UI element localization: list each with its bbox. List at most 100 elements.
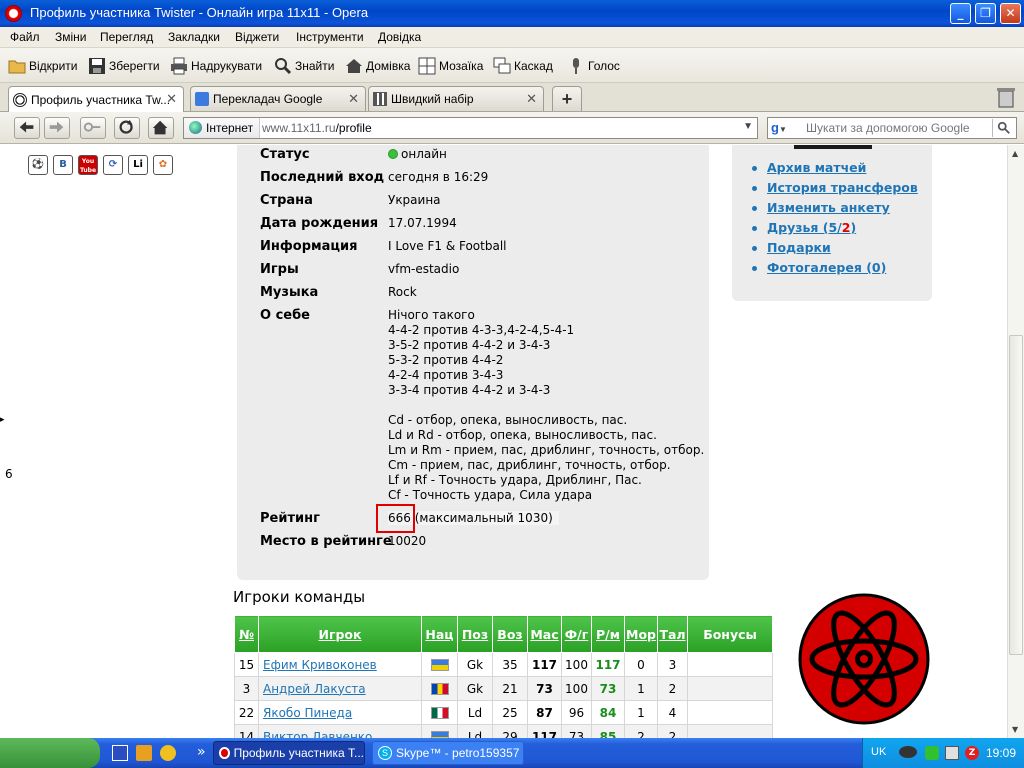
col-position[interactable]: Поз [457, 615, 493, 653]
col-bonuses: Бонусы [687, 615, 773, 653]
reload-button[interactable] [114, 117, 140, 139]
voice-button[interactable]: Голос [567, 55, 620, 77]
col-number[interactable]: № [234, 615, 259, 653]
menu-tools[interactable]: Інструменти [296, 30, 364, 44]
cell-bonuses [687, 652, 773, 677]
rating-label: Рейтинг [260, 511, 320, 526]
trash-icon[interactable] [996, 86, 1016, 108]
media-player-icon[interactable] [136, 745, 152, 761]
close-button[interactable]: ✕ [1000, 3, 1021, 24]
back-button[interactable] [14, 117, 40, 139]
info-value: I Love F1 & Football [388, 239, 507, 253]
save-button[interactable]: Зберегти [88, 55, 160, 77]
menu-file[interactable]: Файл [10, 30, 40, 44]
tray-shield-icon[interactable] [925, 746, 939, 760]
tab-profile[interactable]: Профиль участника Tw... ✕ [8, 86, 184, 112]
address-field[interactable]: Інтернет www.11x11.ru/profile ▼ [183, 117, 758, 139]
tray-z-icon[interactable]: Z [965, 746, 979, 760]
minimize-button[interactable]: _ [950, 3, 971, 24]
quicklaunch-icon[interactable] [112, 745, 128, 761]
link-transfer-history[interactable]: История трансферов [767, 180, 918, 195]
tab-google-translate[interactable]: Перекладач Google ✕ [190, 86, 366, 111]
menu-view[interactable]: Перегляд [100, 30, 153, 44]
liveinternet-icon[interactable]: Li [128, 155, 148, 175]
player-link[interactable]: Андрей Лакуста [258, 676, 422, 701]
maximize-button[interactable]: ❐ [975, 3, 996, 24]
scroll-up-icon[interactable]: ▲ [1012, 149, 1018, 158]
new-tab-button[interactable]: + [552, 86, 582, 111]
vkontakte-icon[interactable]: B [53, 155, 73, 175]
player-link[interactable]: Ефим Кривоконев [258, 652, 422, 677]
col-age[interactable]: Воз [492, 615, 528, 653]
cascade-button[interactable]: Каскад [493, 55, 553, 77]
tray-network-icon[interactable] [945, 746, 959, 760]
menu-bookmarks[interactable]: Закладки [168, 30, 220, 44]
cell-morale: 2 [624, 724, 658, 738]
tray-eye-icon[interactable] [899, 746, 917, 758]
tab-speed-dial-label: Швидкий набір [391, 92, 474, 106]
google-icon[interactable]: g▼ [771, 120, 801, 136]
col-morale[interactable]: Мор [624, 615, 658, 653]
start-button[interactable] [0, 738, 100, 768]
app-icon[interactable] [160, 745, 176, 761]
link-photo-gallery[interactable]: Фотогалерея (0) [767, 260, 886, 275]
player-link[interactable]: Виктор Лавченко [258, 724, 422, 738]
speed-dial-icon [373, 92, 387, 106]
link-edit-profile[interactable]: Изменить анкету [767, 200, 890, 215]
link-gifts[interactable]: Подарки [767, 240, 831, 255]
ring-icon[interactable]: ⟳ [103, 155, 123, 175]
scroll-down-icon[interactable]: ▼ [1012, 725, 1018, 734]
about-line: Lm и Rm - прием, пас, дриблинг, точность… [388, 443, 705, 457]
youtube-icon[interactable]: You Tube [78, 155, 98, 175]
menu-help[interactable]: Довідка [378, 30, 421, 44]
flower-icon[interactable]: ✿ [153, 155, 173, 175]
task-opera[interactable]: Профиль участника Т... [213, 741, 365, 765]
link-match-archive[interactable]: Архив матчей [767, 160, 866, 175]
chevron-right-icon[interactable]: » [197, 744, 206, 760]
vertical-scrollbar[interactable]: ▲ ▼ [1007, 145, 1024, 738]
open-button[interactable]: Відкрити [8, 55, 78, 77]
col-form[interactable]: Ф/г [561, 615, 592, 653]
search-icon[interactable] [992, 119, 1014, 137]
security-zone[interactable]: Інтернет [184, 118, 261, 138]
col-talent[interactable]: Тал [657, 615, 688, 653]
tab-close-icon[interactable]: ✕ [526, 91, 537, 107]
bullet-icon [752, 206, 757, 211]
col-player[interactable]: Игрок [258, 615, 422, 653]
language-indicator[interactable]: UK [871, 746, 886, 758]
about-line: Ld и Rd - отбор, опека, выносливость, па… [388, 428, 657, 442]
player-link[interactable]: Якобо Пинеда [258, 700, 422, 725]
online-dot-icon [388, 149, 398, 159]
music-value: Rock [388, 285, 417, 299]
task-skype[interactable]: S Skype™ - petro159357 [372, 741, 524, 765]
print-button[interactable]: Надрукувати [170, 55, 262, 77]
last-login-value: сегодня в 16:29 [388, 170, 489, 184]
print-label: Надрукувати [191, 59, 263, 73]
col-mas[interactable]: Мас [527, 615, 562, 653]
wand-button[interactable] [80, 117, 106, 139]
tab-close-icon[interactable]: ✕ [166, 91, 177, 107]
cell-age: 29 [492, 724, 528, 738]
country-label: Страна [260, 193, 313, 208]
cell-nation [421, 724, 458, 738]
tab-close-icon[interactable]: ✕ [348, 91, 359, 107]
home-nav-button[interactable] [148, 117, 174, 139]
soccer-icon[interactable]: ⚽ [28, 155, 48, 175]
col-rm[interactable]: Р/м [591, 615, 625, 653]
cell-number: 22 [234, 700, 259, 725]
last-login-label: Последний вход [260, 170, 385, 185]
status-value: онлайн [388, 147, 447, 161]
find-button[interactable]: Знайти [274, 55, 334, 77]
tile-button[interactable]: Мозаїка [418, 55, 483, 77]
forward-button[interactable] [44, 117, 70, 139]
scrollbar-thumb[interactable] [1009, 335, 1023, 655]
link-friends[interactable]: Друзья (5/2) [767, 220, 856, 235]
home-button[interactable]: Домівка [345, 55, 410, 77]
menu-widgets[interactable]: Віджети [235, 30, 279, 44]
menu-edit[interactable]: Зміни [55, 30, 87, 44]
col-nation[interactable]: Нац [421, 615, 458, 653]
tab-speed-dial[interactable]: Швидкий набір ✕ [368, 86, 544, 111]
cell-talent: 2 [657, 724, 688, 738]
chevron-down-icon[interactable]: ▼ [743, 121, 753, 132]
search-field[interactable]: g▼ Шукати за допомогою Google [767, 117, 1017, 139]
